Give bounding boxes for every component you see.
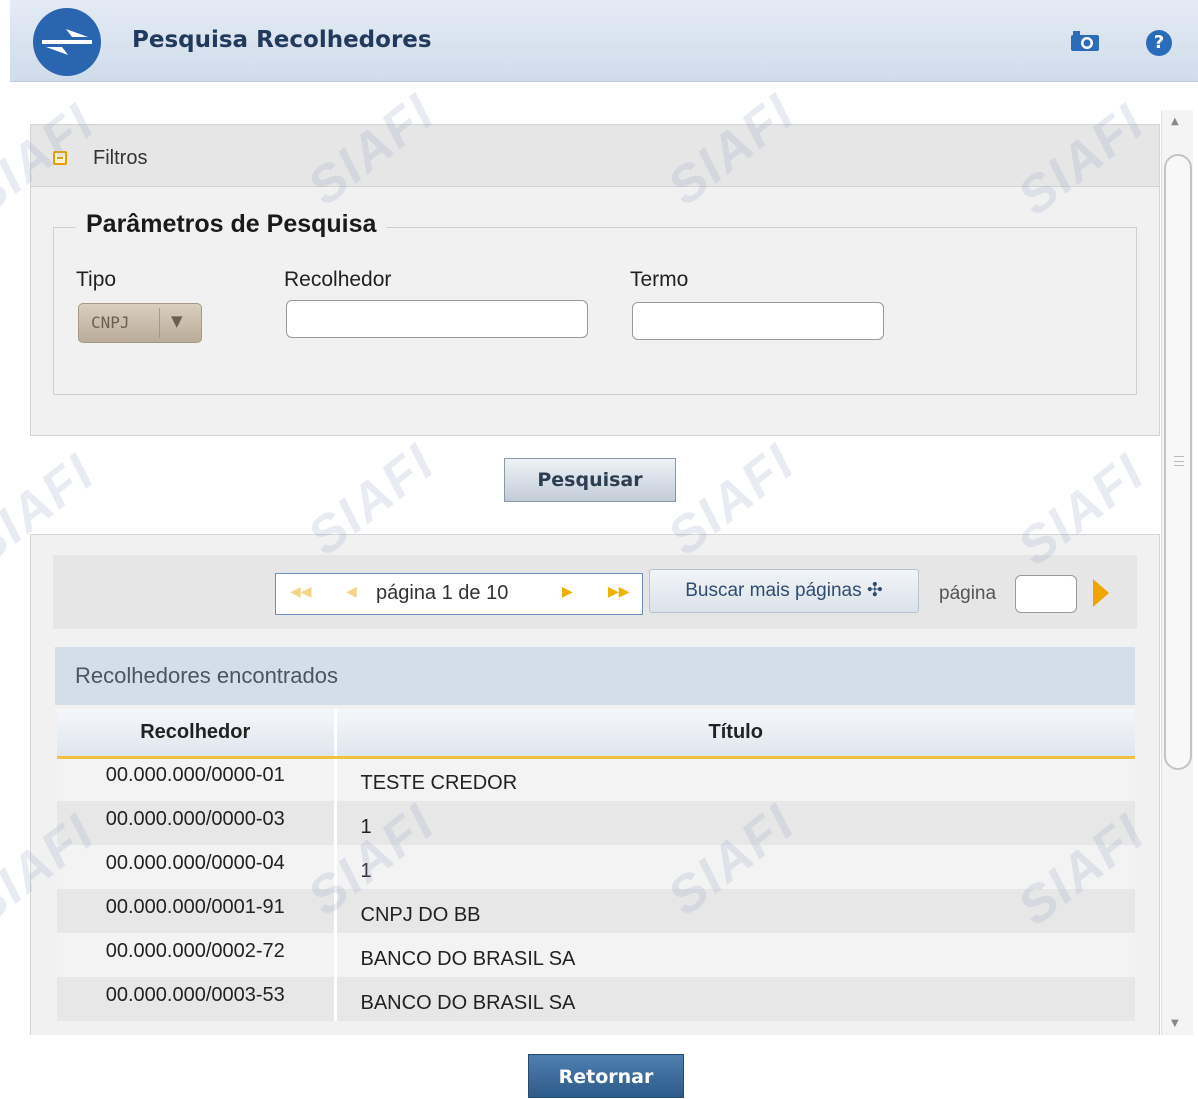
recolhedor-label: Recolhedor: [284, 268, 392, 291]
chevron-down-icon: ▼: [171, 312, 183, 330]
tipo-selected-value: CNPJ: [91, 313, 130, 332]
content-area: Filtros Parâmetros de Pesquisa Tipo CNPJ…: [30, 110, 1160, 1035]
scroll-down-icon[interactable]: ▼: [1171, 1018, 1179, 1029]
filters-panel: Filtros Parâmetros de Pesquisa Tipo CNPJ…: [30, 124, 1160, 436]
termo-label: Termo: [630, 268, 689, 291]
page-title: Pesquisa Recolhedores: [132, 27, 432, 53]
tipo-label: Tipo: [76, 268, 117, 291]
results-panel: ◀◀ ◀ página 1 de 10 ▶ ▶▶ Buscar mais pág…: [30, 534, 1160, 1035]
siafi-logo-icon: [33, 8, 101, 76]
filters-header[interactable]: Filtros: [31, 125, 1159, 187]
go-to-page-icon[interactable]: [1093, 579, 1109, 607]
collapse-icon[interactable]: [53, 151, 67, 165]
tipo-select[interactable]: CNPJ ▼: [78, 303, 202, 343]
recolhedor-cell: 00.000.000/0003-53: [57, 977, 337, 1021]
last-page-icon[interactable]: ▶▶: [608, 584, 630, 600]
termo-input[interactable]: [632, 302, 884, 340]
titulo-cell: CNPJ DO BB: [335, 889, 1135, 933]
results-table: Recolhedor Título 00.000.000/0000-01 TEST…: [57, 709, 1135, 1021]
table-row[interactable]: 00.000.000/0000-01 TESTE CREDOR: [57, 757, 1135, 801]
page-header: Pesquisa Recolhedores ?: [10, 0, 1198, 82]
scrollbar-thumb[interactable]: [1164, 154, 1192, 770]
scroll-up-icon[interactable]: ▲: [1171, 116, 1179, 127]
recolhedor-cell: 00.000.000/0001-91: [57, 889, 337, 933]
titulo-cell: BANCO DO BRASIL SA: [335, 933, 1135, 977]
pagina-input[interactable]: [1015, 575, 1077, 613]
column-header-recolhedor[interactable]: Recolhedor: [57, 709, 337, 759]
fieldset-legend: Parâmetros de Pesquisa: [76, 210, 387, 239]
retornar-button[interactable]: Retornar: [528, 1054, 684, 1098]
camera-icon[interactable]: [1070, 30, 1100, 52]
column-header-titulo[interactable]: Título: [335, 709, 1135, 759]
pager: ◀◀ ◀ página 1 de 10 ▶ ▶▶: [275, 573, 643, 615]
results-caption: Recolhedores encontrados: [55, 647, 1135, 705]
pagination-bar: ◀◀ ◀ página 1 de 10 ▶ ▶▶ Buscar mais pág…: [53, 555, 1137, 629]
table-header-row: Recolhedor Título: [57, 709, 1135, 759]
table-row[interactable]: 00.000.000/0000-03 1: [57, 801, 1135, 845]
table-row[interactable]: 00.000.000/0002-72 BANCO DO BRASIL SA: [57, 933, 1135, 977]
first-page-icon[interactable]: ◀◀: [290, 584, 312, 600]
select-separator: [159, 308, 160, 338]
titulo-cell: TESTE CREDOR: [335, 757, 1135, 801]
vertical-scrollbar[interactable]: ▲ ▼: [1161, 110, 1193, 1035]
titulo-cell: 1: [335, 845, 1135, 889]
table-row[interactable]: 00.000.000/0000-04 1: [57, 845, 1135, 889]
grip-icon: [1174, 456, 1184, 466]
titulo-cell: BANCO DO BRASIL SA: [335, 977, 1135, 1021]
table-row[interactable]: 00.000.000/0001-91 CNPJ DO BB: [57, 889, 1135, 933]
filters-label: Filtros: [93, 147, 148, 169]
recolhedor-cell: 00.000.000/0000-04: [57, 845, 337, 889]
buscar-mais-paginas-button[interactable]: Buscar mais páginas ✣: [649, 569, 919, 613]
recolhedor-cell: 00.000.000/0000-03: [57, 801, 337, 845]
pesquisar-button[interactable]: Pesquisar: [504, 458, 676, 502]
recolhedor-cell: 00.000.000/0002-72: [57, 933, 337, 977]
page-indicator: página 1 de 10: [376, 582, 509, 604]
titulo-cell: 1: [335, 801, 1135, 845]
pagina-label: página: [939, 583, 997, 604]
help-icon[interactable]: ?: [1146, 30, 1172, 56]
recolhedor-input[interactable]: [286, 300, 588, 338]
next-page-icon[interactable]: ▶: [562, 584, 573, 600]
table-row[interactable]: 00.000.000/0003-53 BANCO DO BRASIL SA: [57, 977, 1135, 1021]
search-parameters-fieldset: Parâmetros de Pesquisa Tipo CNPJ ▼ Recol…: [53, 210, 1137, 395]
recolhedor-cell: 00.000.000/0000-01: [57, 757, 337, 801]
prev-page-icon[interactable]: ◀: [346, 584, 357, 600]
